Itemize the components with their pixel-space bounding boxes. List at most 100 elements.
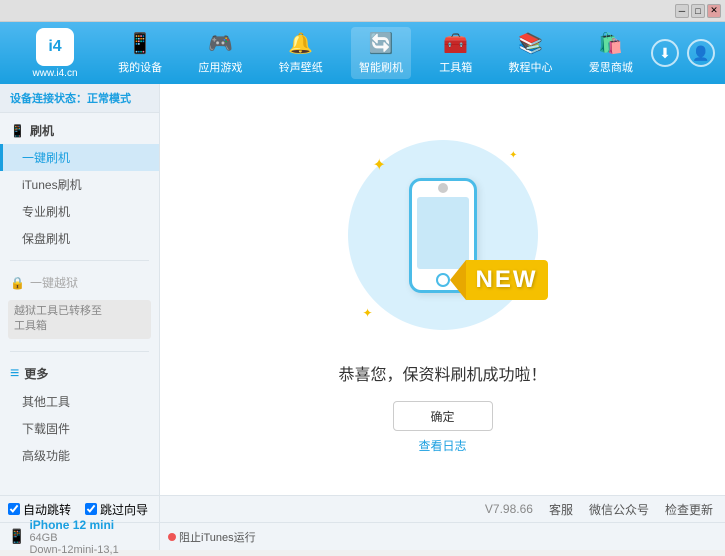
title-bar-controls: ─ □ ✕ [675, 4, 721, 18]
sidebar-item-other-tools[interactable]: 其他工具 [0, 388, 159, 415]
wechat-link[interactable]: 微信公众号 [589, 501, 649, 518]
auto-redirect-input[interactable] [8, 503, 20, 515]
nav-item-smart-flash[interactable]: 🔄 智能刷机 [351, 27, 411, 79]
jailbreak-note: 越狱工具已转移至工具箱 [8, 300, 151, 339]
logo-area: i4 www.i4.cn [10, 28, 100, 79]
nav-label-toolbox: 工具箱 [439, 59, 472, 75]
minimize-button[interactable]: ─ [675, 4, 689, 18]
logo-text: www.i4.cn [32, 68, 77, 79]
status-value: 正常模式 [87, 93, 131, 105]
sidebar-item-one-click-flash[interactable]: 一键刷机 [0, 144, 159, 171]
ribbon-body: NEW [466, 260, 548, 300]
device-storage: 64GB [29, 532, 118, 544]
skip-wizard-checkbox[interactable]: 跳过向导 [85, 501, 148, 518]
nav-item-tutorial[interactable]: 📚 教程中心 [501, 27, 561, 79]
version-text: V7.98.66 [485, 502, 533, 516]
bottom-device-info: 📱 iPhone 12 mini 64GB Down-12mini-13,1 [0, 523, 160, 550]
sidebar-item-pro-flash[interactable]: 专业刷机 [0, 198, 159, 225]
bottom-row2: 📱 iPhone 12 mini 64GB Down-12mini-13,1 阻… [0, 523, 725, 550]
jailbreak-section-header: 🔒 一键越狱 [0, 269, 159, 296]
nav-label-apps-games: 应用游戏 [198, 59, 242, 75]
itunes-btn-label: 阻止iTunes运行 [179, 529, 256, 545]
divider-2 [10, 351, 149, 352]
close-button[interactable]: ✕ [707, 4, 721, 18]
confirm-button[interactable]: 确定 [393, 401, 493, 431]
bottom-itunes: 阻止iTunes运行 [160, 529, 725, 545]
device-name: iPhone 12 mini [29, 518, 118, 532]
auto-redirect-label: 自动跳转 [23, 501, 71, 518]
flash-icon: 📱 [10, 124, 25, 138]
maximize-button[interactable]: □ [691, 4, 705, 18]
nav-item-apps-games[interactable]: 🎮 应用游戏 [190, 27, 250, 79]
nav-icon-my-device: 📱 [128, 31, 153, 56]
ribbon-left-triangle [450, 260, 466, 300]
nav-icon-tutorial: 📚 [518, 31, 543, 56]
new-badge-text: NEW [476, 266, 538, 294]
bottom-right-links: V7.98.66 客服 微信公众号 检查更新 [160, 501, 725, 518]
itunes-flash-label: iTunes刷机 [22, 178, 82, 192]
nav-item-my-device[interactable]: 📱 我的设备 [110, 27, 170, 79]
nav-label-smart-flash: 智能刷机 [359, 59, 403, 75]
jailbreak-section: 🔒 一键越狱 越狱工具已转移至工具箱 [0, 265, 159, 347]
nav-label-ringtone: 铃声壁纸 [279, 59, 323, 75]
red-dot-icon [168, 533, 176, 541]
sidebar-item-save-flash[interactable]: 保盘刷机 [0, 225, 159, 252]
view-log-link[interactable]: 查看日志 [418, 437, 466, 454]
success-message: 恭喜您，保资料刷机成功啦！ [338, 361, 546, 385]
save-flash-label: 保盘刷机 [22, 232, 70, 246]
download-button[interactable]: ⬇ [651, 39, 679, 67]
sparkle-1: ✦ [373, 155, 386, 175]
sparkle-3: ✦ [363, 306, 373, 320]
nav-label-my-device: 我的设备 [118, 59, 162, 75]
nav-icon-ringtone: 🔔 [288, 31, 313, 56]
phone-home-button [436, 273, 450, 287]
divider-1 [10, 260, 149, 261]
nav-label-shop: 爱思商城 [589, 59, 633, 75]
status-bar: 设备连接状态：正常模式 [0, 84, 159, 113]
sidebar: 设备连接状态：正常模式 📱 刷机 一键刷机 iTunes刷机 专业刷机 保盘刷机 [0, 84, 160, 495]
nav-item-toolbox[interactable]: 🧰 工具箱 [431, 27, 480, 79]
user-button[interactable]: 👤 [687, 39, 715, 67]
nav-item-ringtone[interactable]: 🔔 铃声壁纸 [271, 27, 331, 79]
sidebar-item-itunes-flash[interactable]: iTunes刷机 [0, 171, 159, 198]
nav-right: ⬇ 👤 [651, 39, 715, 67]
top-nav: i4 www.i4.cn 📱 我的设备 🎮 应用游戏 🔔 铃声壁纸 🔄 智能刷机… [0, 22, 725, 84]
support-link[interactable]: 客服 [549, 501, 573, 518]
sparkle-2: ✦ [509, 150, 517, 161]
nav-icon-toolbox: 🧰 [443, 31, 468, 56]
phone-screen [417, 197, 469, 269]
flash-section-label: 刷机 [30, 122, 54, 139]
success-illustration: NEW ✦ ✦ ✦ [333, 125, 553, 345]
one-click-flash-label: 一键刷机 [22, 151, 70, 165]
sidebar-item-advanced[interactable]: 高级功能 [0, 442, 159, 469]
sidebar-item-download-firmware[interactable]: 下载固件 [0, 415, 159, 442]
advanced-label: 高级功能 [22, 449, 70, 463]
download-firmware-label: 下载固件 [22, 422, 70, 436]
nav-label-tutorial: 教程中心 [509, 59, 553, 75]
nav-icon-apps-games: 🎮 [208, 31, 233, 56]
more-section: ≡ 更多 其他工具 下载固件 高级功能 [0, 356, 159, 473]
status-label: 设备连接状态： [10, 93, 87, 105]
skip-wizard-label: 跳过向导 [100, 501, 148, 518]
jailbreak-note-text: 越狱工具已转移至工具箱 [14, 305, 102, 332]
nav-icon-shop: 🛍️ [598, 31, 623, 56]
check-update-link[interactable]: 检查更新 [665, 501, 713, 518]
jailbreak-section-label: 一键越狱 [30, 274, 78, 291]
nav-items: 📱 我的设备 🎮 应用游戏 🔔 铃声壁纸 🔄 智能刷机 🧰 工具箱 📚 教程中心… [100, 27, 651, 79]
more-icon: ≡ [10, 365, 19, 383]
pro-flash-label: 专业刷机 [22, 205, 70, 219]
nav-item-shop[interactable]: 🛍️ 爱思商城 [581, 27, 641, 79]
lock-icon: 🔒 [10, 276, 25, 290]
title-bar: ─ □ ✕ [0, 0, 725, 22]
device-icon: 📱 [8, 528, 25, 545]
circle-bg: NEW ✦ ✦ ✦ [348, 140, 538, 330]
content-area: NEW ✦ ✦ ✦ 恭喜您，保资料刷机成功啦！ 确定 查看日志 [160, 84, 725, 495]
auto-redirect-checkbox[interactable]: 自动跳转 [8, 501, 71, 518]
other-tools-label: 其他工具 [22, 395, 70, 409]
flash-section: 📱 刷机 一键刷机 iTunes刷机 专业刷机 保盘刷机 [0, 113, 159, 256]
itunes-button[interactable]: 阻止iTunes运行 [168, 529, 725, 545]
flash-section-header: 📱 刷机 [0, 117, 159, 144]
skip-wizard-input[interactable] [85, 503, 97, 515]
new-badge: NEW [450, 260, 548, 300]
logo-icon: i4 [36, 28, 74, 66]
